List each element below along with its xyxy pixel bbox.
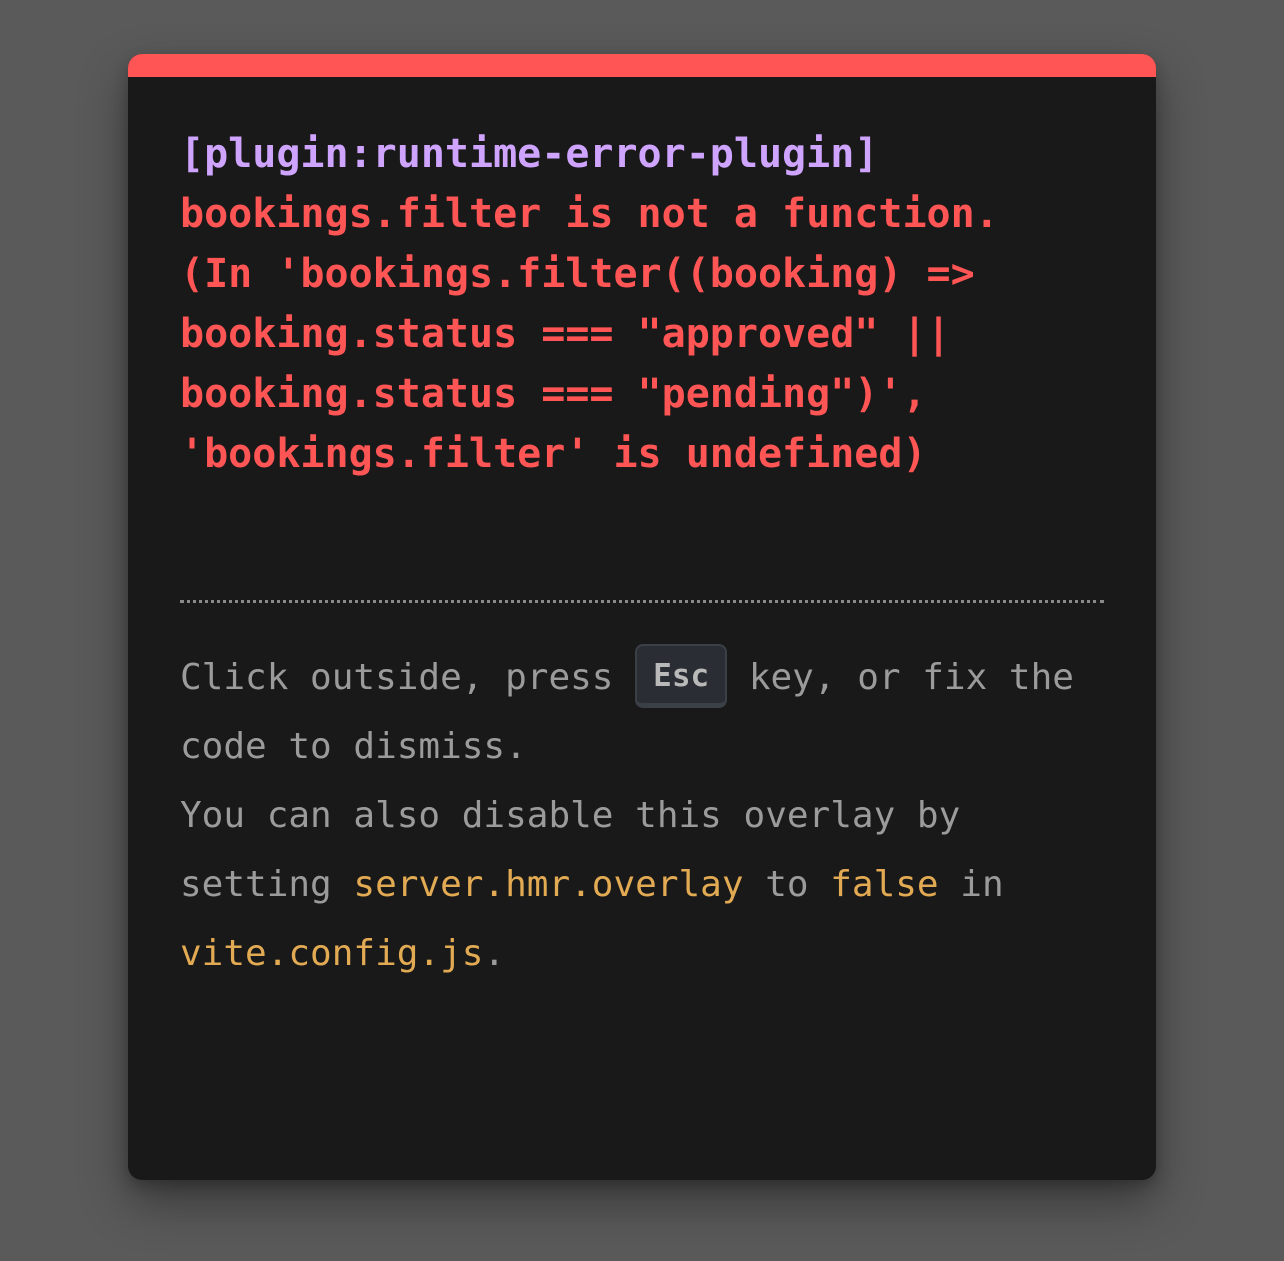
error-accent-bar: [128, 54, 1156, 77]
tip-line2-mid1: to: [743, 864, 831, 905]
config-file: vite.config.js: [180, 933, 484, 974]
plugin-tag: [plugin:runtime-error-plugin]: [180, 131, 879, 177]
error-overlay-content: [plugin:runtime-error-plugin] bookings.f…: [128, 77, 1156, 988]
dismiss-instructions: Click outside, press Esc key, or fix the…: [180, 643, 1104, 781]
error-text: bookings.filter is not a function. (In '…: [180, 191, 1023, 477]
error-message: [plugin:runtime-error-plugin] bookings.f…: [180, 124, 1050, 484]
tip-line2-end: .: [483, 933, 506, 974]
esc-key-badge: Esc: [635, 644, 728, 708]
divider: [180, 600, 1104, 603]
disable-overlay-hint: You can also disable this overlay by set…: [180, 781, 1104, 988]
error-overlay: [plugin:runtime-error-plugin] bookings.f…: [128, 54, 1156, 1180]
config-value: false: [830, 864, 939, 905]
config-option: server.hmr.overlay: [353, 864, 744, 905]
tip-line2-mid2: in: [938, 864, 1004, 905]
tip-line1-before: Click outside, press: [180, 657, 636, 698]
dismiss-tip: Click outside, press Esc key, or fix the…: [180, 643, 1104, 988]
